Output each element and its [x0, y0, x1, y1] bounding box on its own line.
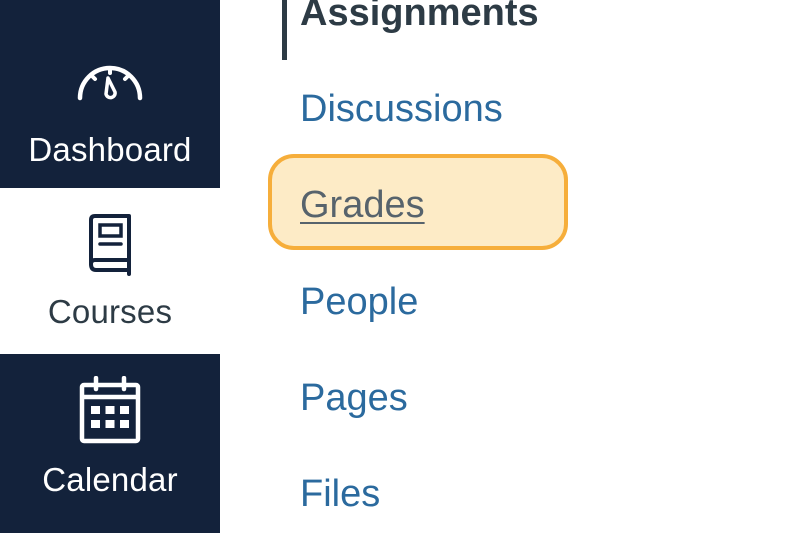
nav-item-dashboard[interactable]: Dashboard	[0, 0, 220, 188]
nav-item-label: Dashboard	[28, 131, 192, 168]
course-link-pages[interactable]: Pages	[300, 375, 408, 421]
dashboard-icon	[77, 65, 143, 101]
course-link-files[interactable]: Files	[300, 471, 380, 517]
nav-item-label: Courses	[47, 293, 173, 330]
calendar-icon	[79, 376, 141, 444]
course-navigation: Assignments Discussions Grades People Pa…	[220, 0, 800, 533]
nav-item-courses[interactable]: Courses	[0, 188, 220, 354]
courses-icon	[89, 214, 131, 276]
course-link-discussions[interactable]: Discussions	[300, 86, 503, 132]
course-link-people[interactable]: People	[300, 279, 418, 325]
nav-item-label: Calendar	[42, 461, 178, 498]
global-navigation: Dashboard Courses Calendar	[0, 0, 220, 533]
course-link-assignments[interactable]: Assignments	[300, 0, 539, 36]
active-indicator	[282, 0, 287, 60]
course-link-grades[interactable]: Grades	[300, 182, 425, 228]
nav-item-calendar[interactable]: Calendar	[0, 354, 220, 533]
